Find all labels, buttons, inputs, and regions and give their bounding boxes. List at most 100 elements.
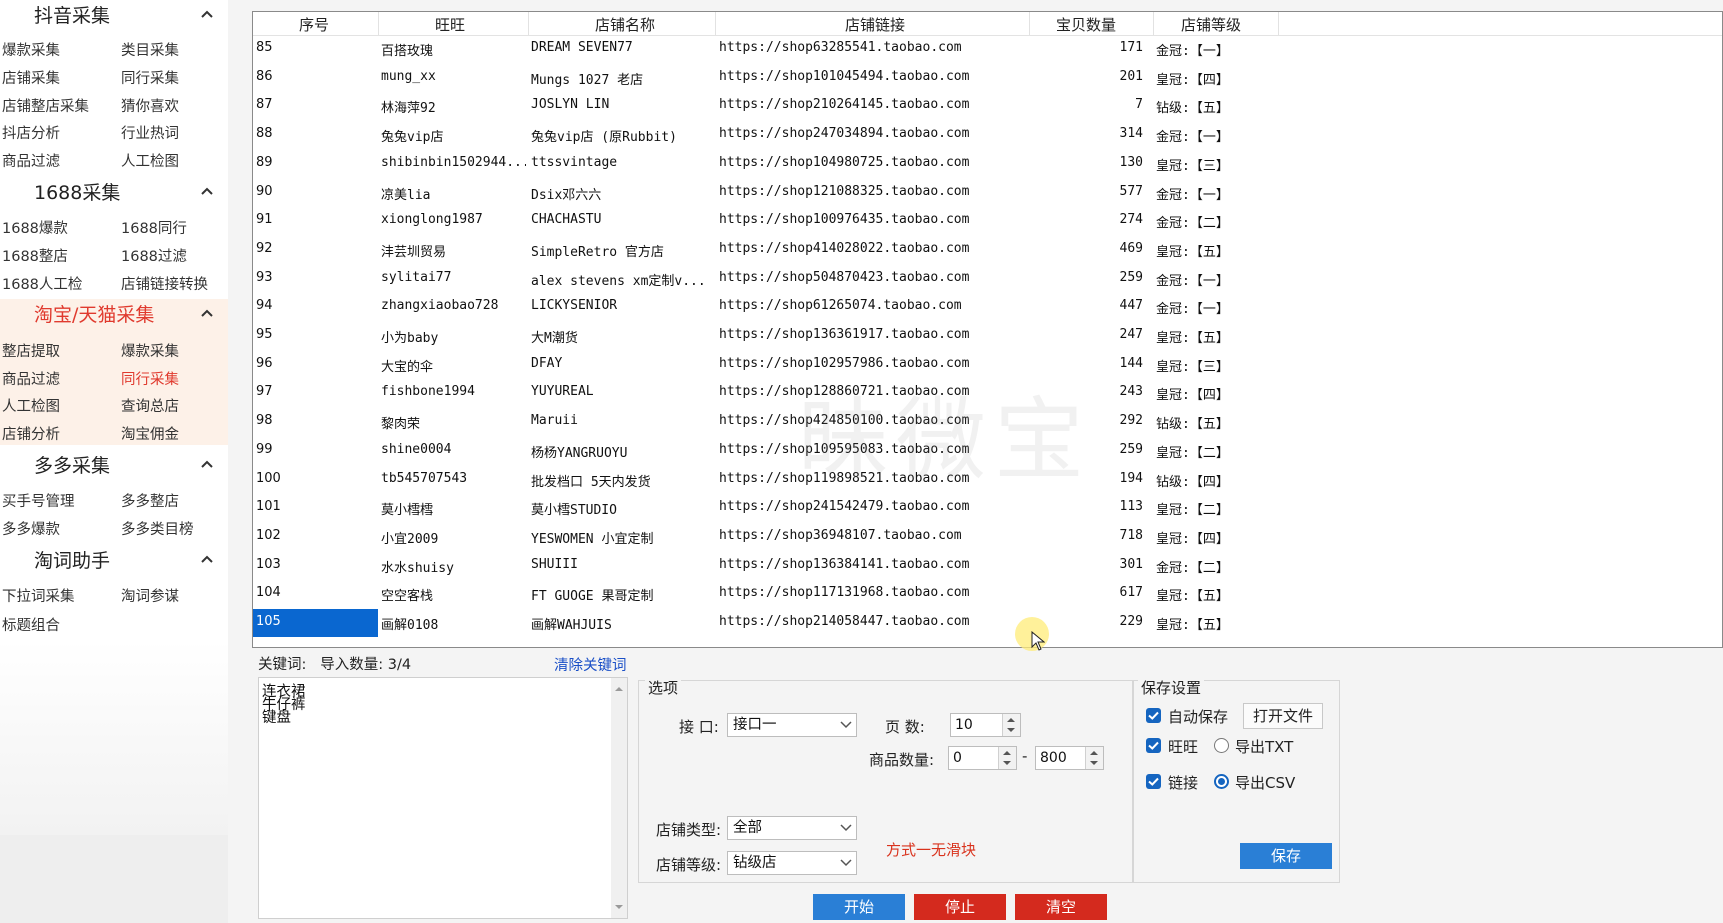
table-row[interactable]: 89 shibinbin1502944... ttssvintage https://… [253, 150, 1722, 178]
sidebar-item-taobao-hot[interactable]: 爆款采集 [121, 340, 179, 361]
sidebar-item-1688-filter[interactable]: 1688过滤 [121, 245, 187, 266]
table-row[interactable]: 105 画解0108 画解WAHJUIS https://shop214058447.… [253, 609, 1722, 637]
save-button[interactable]: 保存 [1240, 843, 1332, 869]
link-label[interactable]: 链接 [1168, 772, 1198, 793]
export-txt-label[interactable]: 导出TXT [1235, 736, 1293, 757]
sidebar-item-douyin-category[interactable]: 类目采集 [121, 39, 179, 60]
sidebar-group-duoduo[interactable]: 多多采集 [0, 450, 228, 480]
sidebar-item-douyin-whole-shop[interactable]: 店铺整店采集 [2, 95, 89, 116]
column-divider[interactable] [1153, 12, 1154, 35]
stepper-buttons[interactable] [1085, 747, 1103, 769]
sidebar-item-taobao-shop-analysis[interactable]: 店铺分析 [2, 423, 60, 444]
sidebar-item-douyin-guess[interactable]: 猜你喜欢 [121, 95, 179, 116]
count-max-stepper[interactable]: 800 [1035, 746, 1104, 770]
sidebar-item-duoduo-hot[interactable]: 多多爆款 [2, 518, 60, 539]
header-index[interactable]: 序号 [289, 14, 339, 35]
wangwang-label[interactable]: 旺旺 [1168, 736, 1198, 757]
pages-stepper[interactable]: 10 [950, 713, 1021, 737]
header-shop-level[interactable]: 店铺等级 [1171, 14, 1251, 35]
column-divider[interactable] [1278, 12, 1279, 35]
caret-down-icon[interactable] [1090, 760, 1098, 766]
sidebar-item-1688-whole-shop[interactable]: 1688整店 [2, 245, 68, 266]
sidebar-item-dropdown-words[interactable]: 下拉词采集 [2, 585, 75, 606]
stop-button[interactable]: 停止 [914, 894, 1006, 920]
link-checkbox[interactable] [1146, 774, 1161, 789]
caret-up-icon[interactable] [1007, 717, 1015, 723]
start-button[interactable]: 开始 [813, 894, 905, 920]
sidebar-group-douyin[interactable]: 抖音采集 [0, 0, 228, 30]
sidebar-item-1688-link-convert[interactable]: 店铺链接转换 [121, 273, 208, 294]
column-divider[interactable] [715, 12, 716, 35]
sidebar-group-taobao[interactable]: 淘宝/天猫采集 [0, 299, 228, 329]
caret-down-icon[interactable] [1007, 727, 1015, 733]
table-row[interactable]: 85 百搭玫瑰 DREAM SEVEN77 https://shop63285541.… [253, 35, 1722, 63]
sidebar-item-taobao-shop-extract[interactable]: 整店提取 [2, 340, 60, 361]
table-row[interactable]: 92 沣芸圳贸易 SimpleRetro 官方店 https://shop414028… [253, 236, 1722, 264]
shop-level-select[interactable]: 钻级店 [727, 851, 857, 875]
scroll-down-icon[interactable] [614, 902, 624, 912]
caret-up-icon[interactable] [1090, 750, 1098, 756]
table-row[interactable]: 93 sylitai77 alex stevens xm定制v... https://… [253, 265, 1722, 293]
sidebar-group-1688[interactable]: 1688采集 [0, 177, 228, 207]
sidebar-item-douyin-hotwords[interactable]: 行业热词 [121, 122, 179, 143]
table-row[interactable]: 103 水水shuisy SHUIII https://shop136384141.t… [253, 552, 1722, 580]
export-csv-label[interactable]: 导出CSV [1235, 772, 1295, 793]
sidebar-item-1688-peer[interactable]: 1688同行 [121, 217, 187, 238]
stepper-buttons[interactable] [1002, 714, 1020, 736]
table-row[interactable]: 90 凉美lia Dsix邓六六 https://shop121088325.taob… [253, 179, 1722, 207]
sidebar-item-douyin-filter[interactable]: 商品过滤 [2, 150, 60, 171]
header-item-count[interactable]: 宝贝数量 [1046, 14, 1126, 35]
shop-results-table[interactable]: 序号 旺旺 店铺名称 店铺链接 宝贝数量 店铺等级 85 百搭玫瑰 DREAM SE… [252, 11, 1723, 648]
table-row[interactable]: 86 mung_xx Mungs 1027 老店 https://shop101045… [253, 64, 1722, 92]
table-row[interactable]: 102 小宜2009 YESWOMEN 小宜定制 https://shop369481… [253, 523, 1722, 551]
header-wangwang[interactable]: 旺旺 [425, 14, 475, 35]
sidebar-item-1688-hot[interactable]: 1688爆款 [2, 217, 68, 238]
stepper-buttons[interactable] [998, 747, 1016, 769]
interface-select[interactable]: 接口一 [727, 713, 857, 737]
table-row[interactable]: 87 林海萍92 JOSLYN LIN https://shop210264145.t… [253, 92, 1722, 120]
scroll-up-icon[interactable] [614, 684, 624, 694]
table-row[interactable]: 104 空空客栈 FT GUOGE 果哥定制 https://shop11713196… [253, 580, 1722, 608]
sidebar-item-douyin-shop[interactable]: 店铺采集 [2, 67, 60, 88]
caret-up-icon[interactable] [1003, 750, 1011, 756]
sidebar-item-taobao-peer[interactable]: 同行采集 [121, 368, 179, 389]
export-txt-radio[interactable] [1214, 738, 1229, 753]
wangwang-checkbox[interactable] [1146, 738, 1161, 753]
sidebar-item-title-combine[interactable]: 标题组合 [2, 614, 60, 635]
auto-save-label[interactable]: 自动保存 [1168, 706, 1228, 727]
clear-button[interactable]: 清空 [1015, 894, 1107, 920]
sidebar-item-taobao-commission[interactable]: 淘宝佣金 [121, 423, 179, 444]
sidebar-item-duoduo-whole-shop[interactable]: 多多整店 [121, 490, 179, 511]
sidebar-item-1688-manual[interactable]: 1688人工检 [2, 273, 82, 294]
sidebar-group-taoci[interactable]: 淘词助手 [0, 545, 228, 575]
column-divider[interactable] [378, 12, 379, 35]
column-divider[interactable] [1029, 12, 1030, 35]
table-row[interactable]: 88 兔兔vip店 兔兔vip店 (原Rubbit) https://shop2470… [253, 121, 1722, 149]
table-row[interactable]: 94 zhangxiaobao728 LICKYSENIOR https://shop… [253, 293, 1722, 321]
sidebar-item-taobao-manual-check[interactable]: 人工检图 [2, 395, 60, 416]
column-divider[interactable] [528, 12, 529, 35]
keyword-textarea[interactable]: 连衣裙 牛仔裤 键盘 [258, 677, 628, 919]
sidebar-item-douyin-analysis[interactable]: 抖店分析 [2, 122, 60, 143]
table-row[interactable]: 101 莫小樰樰 莫小樰STUDIO https://shop241542479.ta… [253, 494, 1722, 522]
count-min-stepper[interactable]: 0 [948, 746, 1017, 770]
sidebar-item-duoduo-category-rank[interactable]: 多多类目榜 [121, 518, 194, 539]
clear-keywords-link[interactable]: 清除关键词 [554, 654, 627, 675]
sidebar-item-douyin-manual-check[interactable]: 人工检图 [121, 150, 179, 171]
table-row[interactable]: 91 xionglong1987 CHACHASTU https://shop1009… [253, 207, 1722, 235]
auto-save-checkbox[interactable] [1146, 708, 1161, 723]
export-csv-radio[interactable] [1214, 774, 1229, 789]
shop-type-select[interactable]: 全部 [727, 816, 857, 840]
header-shop-link[interactable]: 店铺链接 [825, 14, 925, 35]
header-shop-name[interactable]: 店铺名称 [575, 14, 675, 35]
keyword-scrollbar[interactable] [611, 678, 627, 918]
sidebar-item-taobao-main-shop[interactable]: 查询总店 [121, 395, 179, 416]
table-row[interactable]: 95 小为baby 大M潮货 https://shop136361917.taobao… [253, 322, 1722, 350]
sidebar-item-douyin-peer[interactable]: 同行采集 [121, 67, 179, 88]
sidebar-item-taobao-filter[interactable]: 商品过滤 [2, 368, 60, 389]
caret-down-icon[interactable] [1003, 760, 1011, 766]
open-file-button[interactable]: 打开文件 [1243, 703, 1323, 729]
sidebar-item-douyin-hot[interactable]: 爆款采集 [2, 39, 60, 60]
sidebar-item-taoci-advisor[interactable]: 淘词参谋 [121, 585, 179, 606]
sidebar-item-duoduo-buyer[interactable]: 买手号管理 [2, 490, 75, 511]
